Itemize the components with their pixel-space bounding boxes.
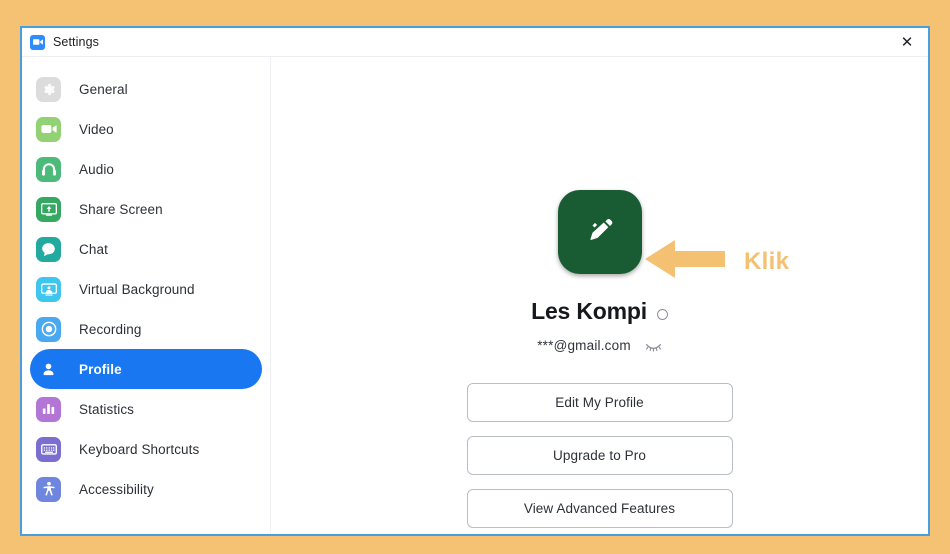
- avatar: [557, 190, 642, 274]
- sidebar-item-label: Chat: [79, 241, 108, 257]
- edit-my-profile-button[interactable]: Edit My Profile: [466, 383, 733, 422]
- sidebar-item-label: Audio: [79, 161, 115, 177]
- sidebar-item-label: Profile: [79, 361, 122, 377]
- eye-closed-icon[interactable]: [645, 340, 662, 352]
- profile-block: Les Kompi ***@gmail.com Edit My Profile …: [271, 57, 928, 528]
- share-screen-icon: [36, 196, 61, 222]
- zoom-video-icon: [30, 34, 45, 50]
- accessibility-icon: [36, 476, 61, 502]
- sidebar-item-label: Recording: [79, 321, 142, 337]
- sidebar-item-profile[interactable]: Profile: [30, 349, 262, 389]
- sidebar-item-label: Share Screen: [79, 201, 163, 217]
- settings-sidebar: General Video Audio Share Screen Chat Virtual…: [22, 57, 271, 534]
- sidebar-item-statistics[interactable]: Statistics: [30, 389, 262, 429]
- sidebar-item-accessibility[interactable]: Accessibility: [30, 469, 262, 509]
- sidebar-item-label: Statistics: [79, 401, 135, 417]
- person-icon: [36, 357, 61, 382]
- sidebar-item-chat[interactable]: Chat: [30, 229, 262, 269]
- sidebar-item-label: Video: [79, 121, 114, 137]
- gear-icon: [36, 76, 61, 102]
- display-name-row: Les Kompi: [531, 298, 668, 325]
- email-row: ***@gmail.com: [537, 338, 662, 353]
- sidebar-item-virtual-background[interactable]: Virtual Background: [30, 269, 262, 309]
- bar-chart-icon: [36, 396, 61, 422]
- sidebar-item-video[interactable]: Video: [30, 109, 262, 149]
- email-value: ***@gmail.com: [537, 338, 631, 353]
- sidebar-item-label: Keyboard Shortcuts: [79, 441, 200, 457]
- settings-window: Settings ✕ General Video Audio Share Screen…: [20, 26, 930, 536]
- profile-action-buttons: Edit My Profile Upgrade to Pro View Adva…: [466, 383, 733, 528]
- recording-icon: [36, 316, 61, 342]
- close-icon[interactable]: ✕: [892, 29, 922, 55]
- avatar-edit-button[interactable]: [557, 190, 642, 274]
- sidebar-item-label: Accessibility: [79, 481, 154, 497]
- window-title: Settings: [53, 35, 99, 49]
- chat-bubble-icon: [36, 236, 61, 262]
- sidebar-item-label: General: [79, 81, 128, 97]
- sidebar-item-general[interactable]: General: [30, 69, 262, 109]
- pencil-edit-icon: [585, 215, 615, 250]
- view-advanced-features-button[interactable]: View Advanced Features: [466, 489, 733, 528]
- profile-panel: Les Kompi ***@gmail.com Edit My Profile …: [271, 57, 928, 534]
- sidebar-item-recording[interactable]: Recording: [30, 309, 262, 349]
- sidebar-item-share-screen[interactable]: Share Screen: [30, 189, 262, 229]
- edit-circle-icon[interactable]: [656, 308, 668, 320]
- title-bar: Settings ✕: [22, 28, 928, 57]
- upgrade-to-pro-button[interactable]: Upgrade to Pro: [466, 436, 733, 475]
- keyboard-icon: [36, 436, 61, 462]
- sidebar-item-label: Virtual Background: [79, 281, 195, 297]
- sidebar-item-keyboard-shortcuts[interactable]: Keyboard Shortcuts: [30, 429, 262, 469]
- headphones-icon: [36, 156, 61, 182]
- sidebar-item-audio[interactable]: Audio: [30, 149, 262, 189]
- window-body: General Video Audio Share Screen Chat Virtual…: [22, 57, 928, 534]
- video-camera-icon: [36, 116, 61, 142]
- display-name: Les Kompi: [531, 298, 647, 324]
- virtual-background-icon: [36, 276, 61, 302]
